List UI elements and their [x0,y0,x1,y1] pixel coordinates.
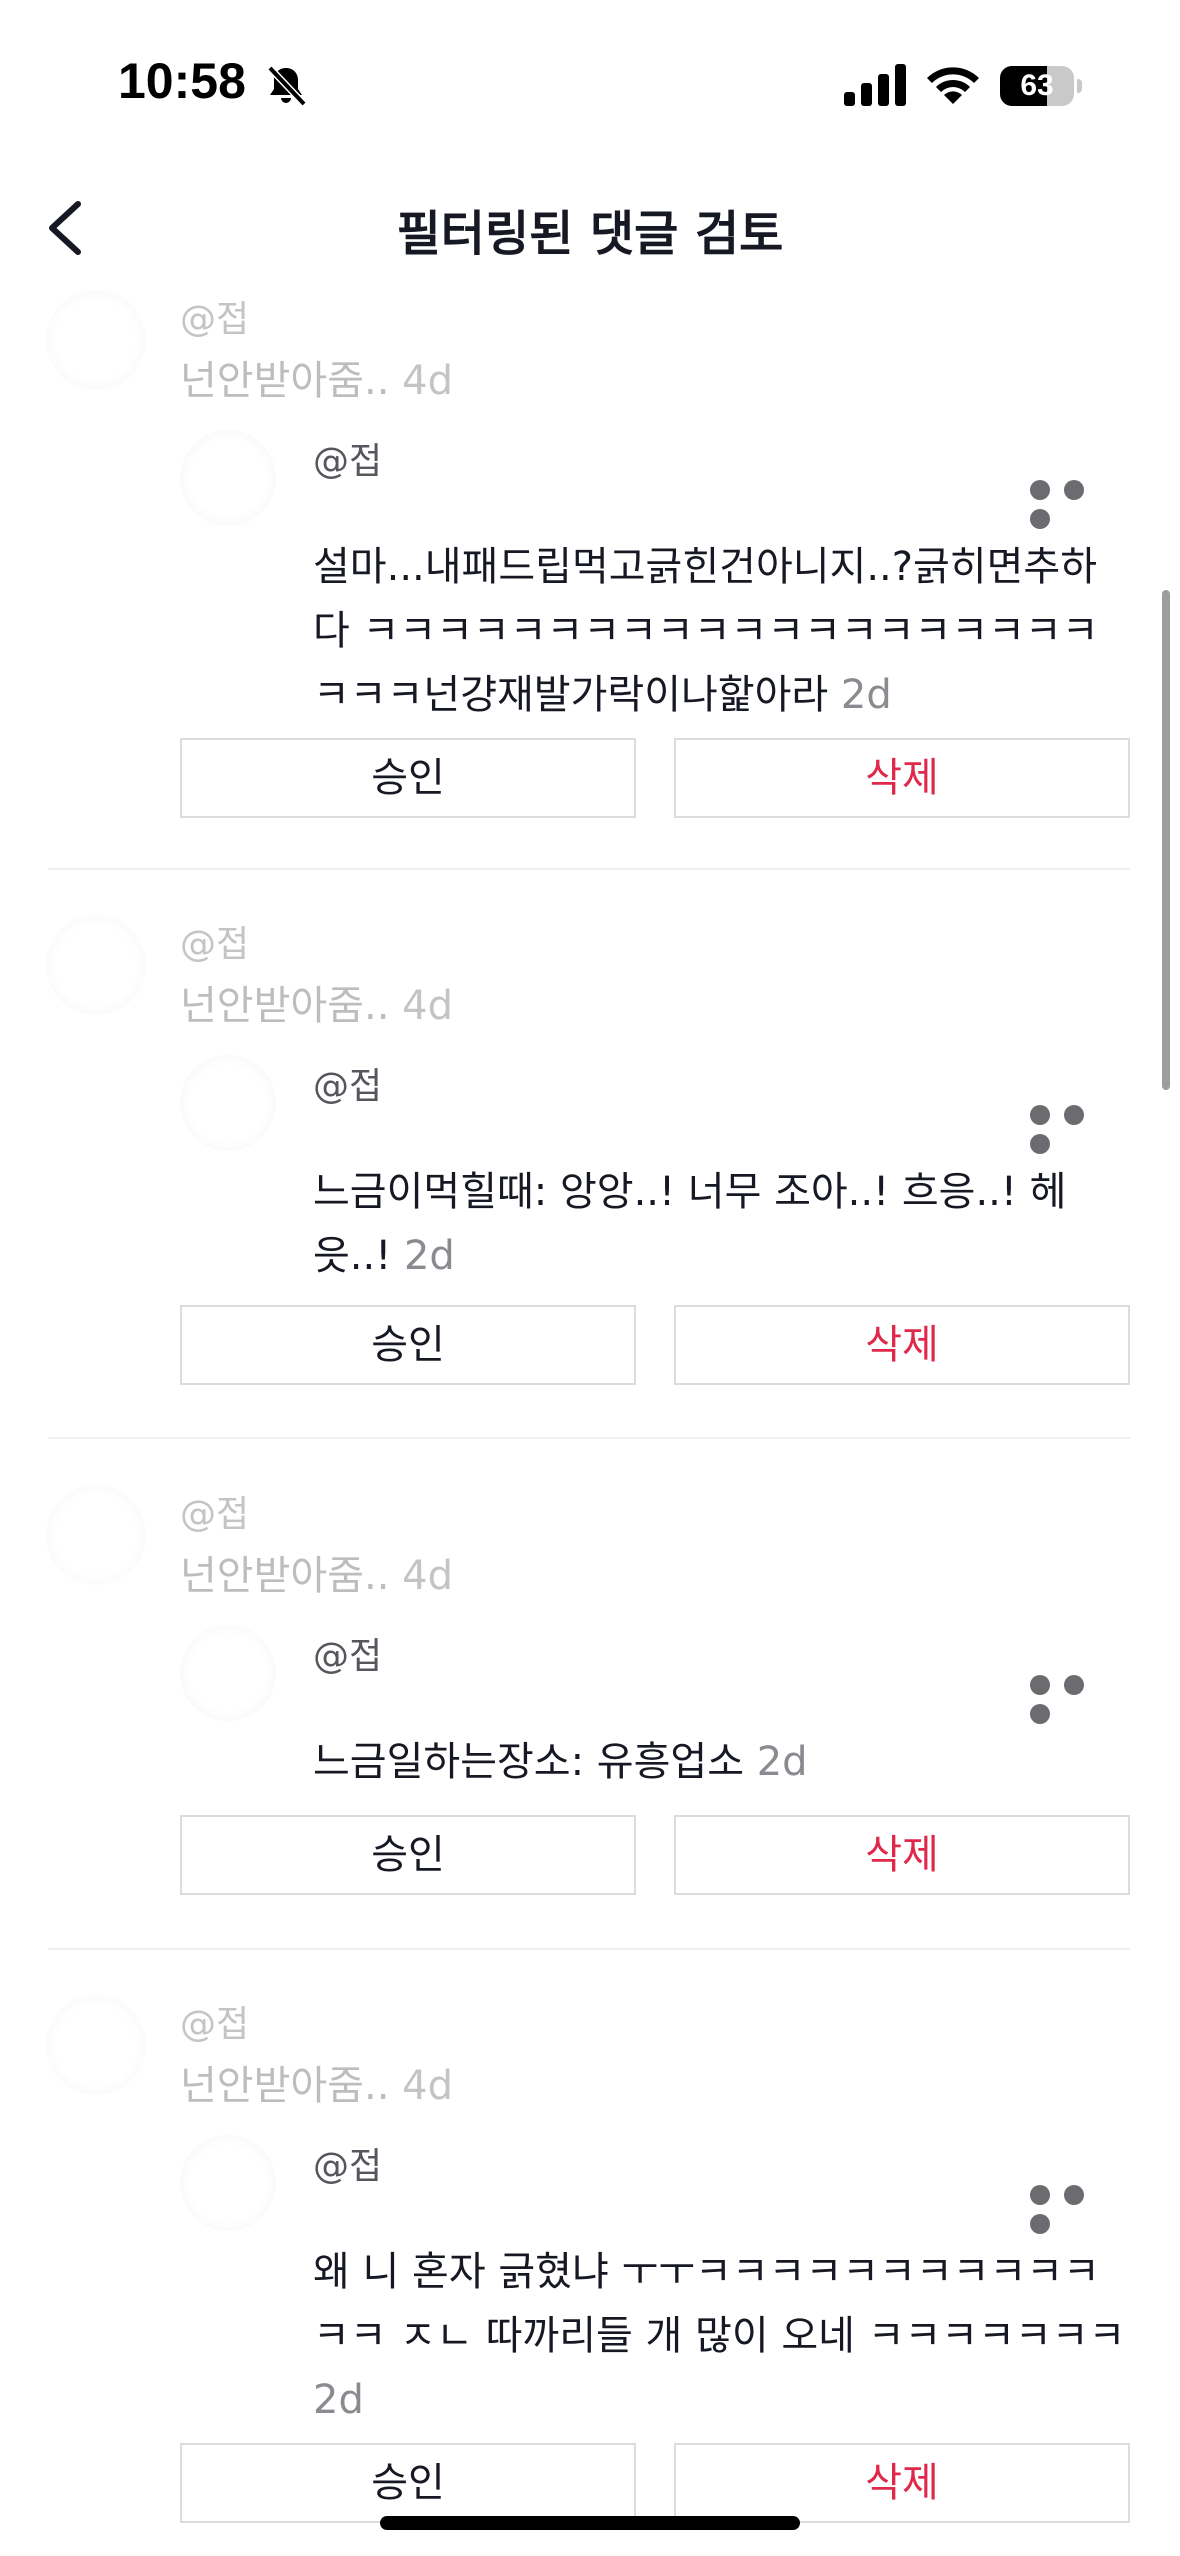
child-comment: 설마...내패드립먹고긁힌건아니지..?긁히면추하다 ㅋㅋㅋㅋㅋㅋㅋㅋㅋㅋㅋㅋㅋ… [313,535,1133,727]
more-options-icon[interactable] [1030,1100,1126,1154]
child-comment-text: 설마...내패드립먹고긁힌건아니지..?긁히면추하다 ㅋㅋㅋㅋㅋㅋㅋㅋㅋㅋㅋㅋㅋ… [313,544,1099,718]
parent-comment-text: 넌안받아줌.. [180,358,390,404]
child-comment: 느금일하는장소: 유흥업소 2d [313,1730,1133,1794]
approve-button[interactable]: 승인 [180,2443,636,2523]
child-username: @접 [313,2146,383,2187]
filtered-comment: @접 넌안받아줌.. 4d @접 느금이먹힐때: 앙앙..! 너무 조아..! … [0,915,1180,1435]
more-options-icon[interactable] [1030,2180,1126,2234]
status-bar: 10:58 63 [0,0,1180,170]
header: 필터링된 댓글 검토 [0,170,1180,280]
bell-slash-icon [267,65,307,107]
child-avatar [180,1625,276,1721]
child-comment: 느금이먹힐때: 앙앙..! 너무 조아..! 흐응..! 헤읏..! 2d [313,1160,1133,1288]
parent-comment: 넌안받아줌.. 4d [180,2053,453,2111]
divider [48,1948,1130,1950]
parent-avatar [46,1485,146,1585]
filtered-comment: @접 넌안받아줌.. 4d @접 설마...내패드립먹고긁힌건아니지..?긁히면… [0,290,1180,870]
child-comment-text: 느금일하는장소: 유흥업소 [313,1739,744,1785]
parent-comment: 넌안받아줌.. 4d [180,1543,453,1601]
delete-button[interactable]: 삭제 [674,1305,1130,1385]
battery-icon: 63 [1000,66,1082,106]
parent-comment: 넌안받아줌.. 4d [180,973,453,1031]
child-comment: 왜 니 혼자 긁혔냐 ㅜㅜㅋㅋㅋㅋㅋㅋㅋㅋㅋㅋㅋㅋㅋ ㅈㄴ 따까리들 개 많이 … [313,2240,1133,2432]
parent-timestamp: 4d [402,983,453,1029]
delete-button[interactable]: 삭제 [674,2443,1130,2523]
parent-timestamp: 4d [402,1553,453,1599]
approve-button[interactable]: 승인 [180,1305,636,1385]
parent-avatar [46,915,146,1015]
status-time: 10:58 [118,53,246,109]
child-username: @접 [313,441,383,482]
parent-comment: 넌안받아줌.. 4d [180,348,453,406]
parent-timestamp: 4d [402,2063,453,2109]
divider [48,868,1130,870]
parent-username: @접 [180,1494,250,1535]
child-timestamp: 2d [756,1739,808,1785]
parent-username: @접 [180,924,250,965]
divider [48,1437,1130,1439]
parent-username: @접 [180,299,250,340]
child-avatar [180,430,276,526]
child-avatar [180,1055,276,1151]
delete-button[interactable]: 삭제 [674,1815,1130,1895]
parent-username: @접 [180,2004,250,2045]
child-timestamp: 2d [403,1233,455,1279]
more-options-icon[interactable] [1030,1670,1126,1724]
filtered-comment: @접 넌안받아줌.. 4d @접 왜 니 혼자 긁혔냐 ㅜㅜㅋㅋㅋㅋㅋㅋㅋㅋㅋㅋ… [0,1995,1180,2556]
signal-icon [844,64,906,106]
child-timestamp: 2d [313,2377,364,2423]
parent-avatar [46,290,146,390]
child-timestamp: 2d [840,672,892,718]
child-username: @접 [313,1636,383,1677]
child-avatar [180,2135,276,2231]
child-comment-text: 왜 니 혼자 긁혔냐 ㅜㅜㅋㅋㅋㅋㅋㅋㅋㅋㅋㅋㅋㅋㅋ ㅈㄴ 따까리들 개 많이 … [313,2249,1126,2359]
parent-avatar [46,1995,146,2095]
child-username: @접 [313,1066,383,1107]
page-title: 필터링된 댓글 검토 [396,206,784,262]
filtered-comment: @접 넌안받아줌.. 4d @접 느금일하는장소: 유흥업소 2d 승인 삭제 [0,1485,1180,1945]
approve-button[interactable]: 승인 [180,1815,636,1895]
parent-comment-text: 넌안받아줌.. [180,1553,390,1599]
delete-button[interactable]: 삭제 [674,738,1130,818]
more-options-icon[interactable] [1030,475,1126,529]
screen: 10:58 63 필터링된 댓글 검토 @접 넌안받아줌.. 4d @접 설마.… [0,0,1180,2556]
parent-comment-text: 넌안받아줌.. [180,983,390,1029]
parent-comment-text: 넌안받아줌.. [180,2063,390,2109]
battery-level: 63 [1020,69,1054,102]
home-indicator[interactable] [380,2516,800,2530]
approve-button[interactable]: 승인 [180,738,636,818]
parent-timestamp: 4d [402,358,453,404]
wifi-icon [927,67,979,104]
